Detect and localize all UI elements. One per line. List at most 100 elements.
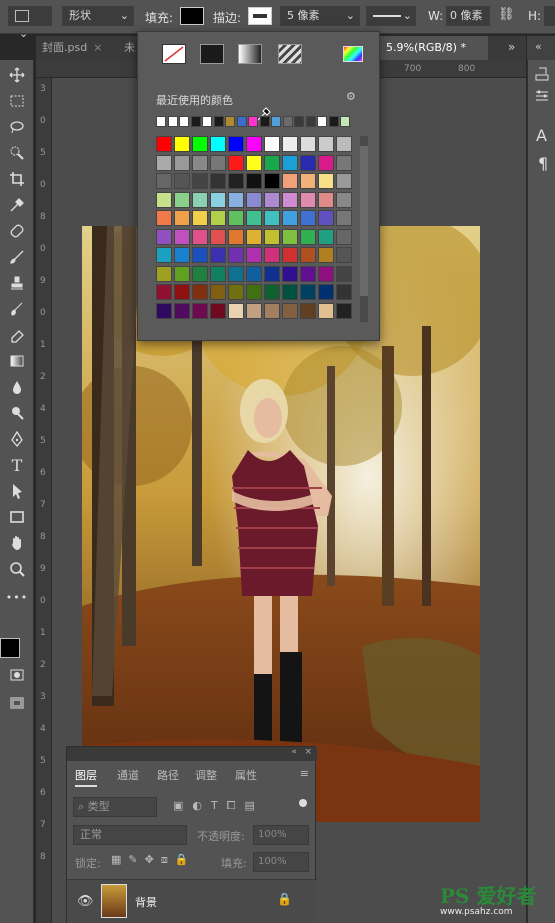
color-swatch[interactable] xyxy=(156,302,172,319)
color-swatch[interactable] xyxy=(282,136,298,152)
color-swatch[interactable] xyxy=(174,302,190,319)
color-swatch[interactable] xyxy=(282,265,298,282)
recent-color-swatch[interactable] xyxy=(317,116,327,127)
color-swatch[interactable] xyxy=(282,302,298,319)
color-swatch[interactable] xyxy=(336,191,352,208)
color-swatch[interactable] xyxy=(246,191,262,208)
height-field[interactable] xyxy=(544,6,555,26)
brush-tool-icon[interactable] xyxy=(6,246,28,268)
color-swatch[interactable] xyxy=(174,247,190,263)
foreground-color-swatch[interactable] xyxy=(0,638,20,658)
paragraph-panel-icon[interactable]: ¶ xyxy=(538,154,548,173)
color-swatch[interactable] xyxy=(210,136,226,152)
color-swatch[interactable] xyxy=(174,154,190,171)
color-swatch[interactable] xyxy=(192,302,208,319)
color-swatch[interactable] xyxy=(336,302,352,319)
tab-layers[interactable]: 图层 xyxy=(75,765,97,787)
width-field[interactable]: 0 像素 xyxy=(446,6,490,26)
color-swatch[interactable] xyxy=(228,247,244,263)
color-swatch[interactable] xyxy=(336,247,352,263)
tab-active-document[interactable]: 5.9%(RGB/8) * xyxy=(380,36,488,60)
recent-color-swatch[interactable] xyxy=(190,116,201,127)
pattern-button[interactable] xyxy=(278,44,302,64)
link-icon[interactable]: ⛓ xyxy=(498,7,515,22)
color-swatch[interactable] xyxy=(174,136,190,152)
color-swatch[interactable] xyxy=(318,136,334,152)
panel-menu-icon[interactable]: ≡ xyxy=(300,767,309,780)
color-swatch[interactable] xyxy=(264,302,280,319)
color-swatch[interactable] xyxy=(300,154,316,171)
color-swatch[interactable] xyxy=(192,265,208,282)
color-swatch[interactable] xyxy=(318,173,334,189)
color-swatch[interactable] xyxy=(228,210,244,226)
color-swatch[interactable] xyxy=(228,191,244,208)
color-swatch[interactable] xyxy=(192,191,208,208)
recent-color-swatch[interactable] xyxy=(236,116,247,127)
eraser-tool-icon[interactable] xyxy=(6,324,28,346)
layers-panel-icon[interactable] xyxy=(534,66,550,82)
rectangle-tool-icon[interactable] xyxy=(6,506,28,528)
color-swatch[interactable] xyxy=(300,210,316,226)
color-swatch[interactable] xyxy=(264,228,280,245)
color-swatch[interactable] xyxy=(264,173,280,189)
color-swatch[interactable] xyxy=(300,247,316,263)
color-swatch[interactable] xyxy=(282,284,298,300)
color-swatch[interactable] xyxy=(264,154,280,171)
quick-select-tool-icon[interactable] xyxy=(6,142,28,164)
filter-icons[interactable]: ▣◐T⧠▤ xyxy=(173,799,264,813)
color-swatch[interactable] xyxy=(336,210,352,226)
color-swatch[interactable] xyxy=(156,284,172,300)
recent-color-swatch[interactable] xyxy=(259,116,270,127)
color-swatch[interactable] xyxy=(264,247,280,263)
tab-properties[interactable]: 属性 xyxy=(235,765,257,787)
color-swatch[interactable] xyxy=(300,136,316,152)
screen-mode-icon[interactable] xyxy=(6,692,28,714)
color-swatch[interactable] xyxy=(210,228,226,245)
color-swatch[interactable] xyxy=(300,173,316,189)
stroke-size-field[interactable]: 5 像素 ⌄ xyxy=(280,6,360,26)
color-swatch[interactable] xyxy=(210,191,226,208)
color-picker-icon[interactable] xyxy=(343,46,363,62)
layer-filter-dropdown[interactable]: ⌕ 类型 xyxy=(73,797,157,817)
color-swatch[interactable] xyxy=(282,228,298,245)
color-swatch[interactable] xyxy=(156,191,172,208)
history-brush-tool-icon[interactable] xyxy=(6,298,28,320)
color-swatch[interactable] xyxy=(156,154,172,171)
color-swatch[interactable] xyxy=(264,265,280,282)
color-swatch[interactable] xyxy=(210,265,226,282)
color-swatch[interactable] xyxy=(174,228,190,245)
color-swatch[interactable] xyxy=(246,173,262,189)
color-swatch[interactable] xyxy=(264,210,280,226)
color-swatch[interactable] xyxy=(192,247,208,263)
move-tool-icon[interactable] xyxy=(6,64,28,86)
pen-tool-icon[interactable] xyxy=(6,428,28,450)
color-swatch[interactable] xyxy=(300,284,316,300)
close-icon[interactable]: × xyxy=(304,747,312,757)
color-swatch[interactable] xyxy=(282,154,298,171)
fill-swatch[interactable] xyxy=(180,7,204,25)
mode-dropdown[interactable]: 形状 ⌄ xyxy=(62,6,134,26)
swatch-scrollbar[interactable] xyxy=(360,136,368,322)
gear-icon[interactable]: ⚙ xyxy=(346,90,356,103)
no-color-button[interactable] xyxy=(162,44,186,64)
color-swatch[interactable] xyxy=(246,302,262,319)
recent-color-swatch[interactable] xyxy=(328,116,339,127)
color-swatch[interactable] xyxy=(174,265,190,282)
marquee-tool-icon[interactable] xyxy=(6,90,28,112)
color-swatch[interactable] xyxy=(210,210,226,226)
tab-paths[interactable]: 路径 xyxy=(157,765,179,787)
collapse-icon[interactable]: « xyxy=(535,40,542,53)
color-swatch[interactable] xyxy=(282,247,298,263)
color-swatch[interactable] xyxy=(282,191,298,208)
color-swatch[interactable] xyxy=(156,136,172,152)
color-swatch[interactable] xyxy=(246,228,262,245)
adjustments-icon[interactable] xyxy=(534,88,550,104)
color-swatch[interactable] xyxy=(210,302,226,319)
color-swatch[interactable] xyxy=(318,228,334,245)
color-swatch[interactable] xyxy=(336,228,352,245)
color-swatch[interactable] xyxy=(174,210,190,226)
color-swatch[interactable] xyxy=(246,154,262,171)
eyedropper-tool-icon[interactable] xyxy=(6,194,28,216)
collapse-panel-icon[interactable]: « xyxy=(291,747,297,757)
color-swatch[interactable] xyxy=(318,302,334,319)
